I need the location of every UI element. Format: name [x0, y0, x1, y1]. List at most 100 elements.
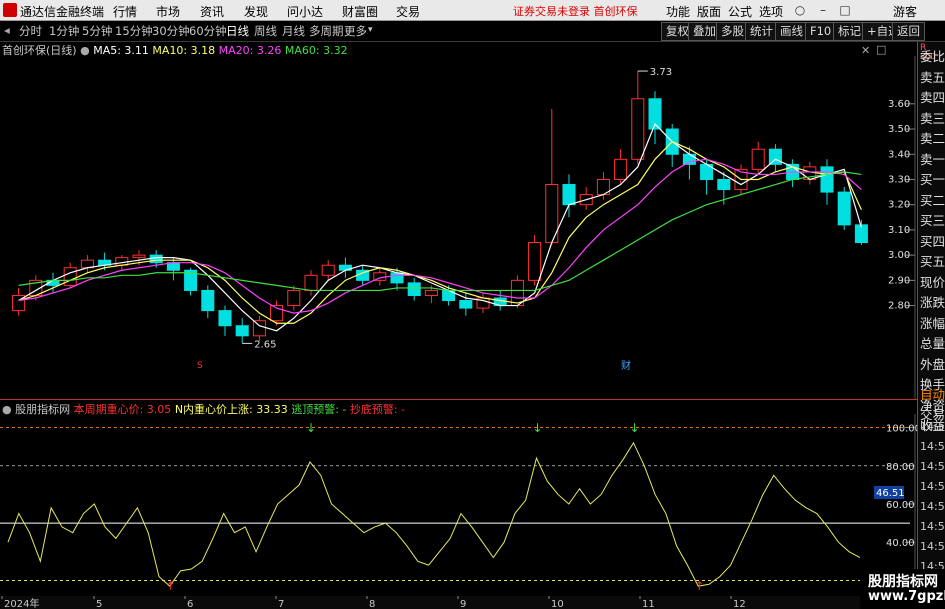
menu-shichang[interactable]: 市场 — [156, 3, 180, 20]
date-tick-label: 8 — [369, 599, 375, 609]
price-axis: 3.60 3.50 3.40 3.30 3.20 3.10 3.00 2.90 2.80 — [888, 56, 916, 400]
tab-yuexian[interactable]: 月线 — [282, 23, 305, 39]
right-panel-item[interactable]: 14:56 — [920, 460, 945, 473]
menu-caifuquan[interactable]: 财富圈 — [342, 3, 378, 20]
date-tick-label: 10 — [551, 599, 564, 609]
price-tick-label: 3.30 — [888, 174, 910, 185]
top-warning-arrow: ↓ — [532, 421, 542, 435]
menu-wenxiaoda[interactable]: 问小达 — [287, 3, 323, 20]
candle-body — [631, 98, 645, 160]
menu-faxian[interactable]: 发现 — [244, 3, 268, 20]
bottom-warning-arrow: ↑ — [694, 579, 704, 593]
signal-arrows: ↑ ↓ ↓ ↓ ↑ — [166, 421, 705, 593]
right-panel-item: 卖二 — [920, 131, 945, 146]
right-panel-item: 买四 — [920, 233, 945, 249]
menu-zixun[interactable]: 资讯 — [200, 3, 224, 20]
tdx-logo-icon — [3, 3, 17, 17]
candle-body — [562, 184, 576, 206]
pane-separator — [0, 399, 917, 400]
menu-gongshi[interactable]: 公式 — [728, 3, 752, 20]
top-warning-arrow: ↓ — [306, 421, 316, 435]
candle-body — [837, 191, 851, 226]
tab-1min[interactable]: 1分钟 — [49, 23, 79, 39]
menu-jiaoyi[interactable]: 交易 — [396, 3, 420, 20]
right-panel-item: 涨跌 — [920, 295, 945, 310]
dropdown-icon[interactable]: ▾ — [368, 25, 373, 35]
guest-label[interactable]: 游客 — [893, 3, 917, 20]
right-panel-item: 委比 — [920, 49, 945, 64]
date-tick-label: 6 — [187, 599, 193, 609]
app-name: 通达信金融终端 — [20, 5, 105, 19]
right-panel-item[interactable]: 14:56 — [920, 540, 945, 553]
candle-body — [132, 254, 146, 259]
menu-bar: 通达信金融终端 行情 市场 资讯 发现 问小达 财富圈 交易 证券交易未登录 首… — [0, 0, 945, 21]
menu-banmian[interactable]: 版面 — [697, 3, 721, 20]
price-tick-label: 3.00 — [888, 250, 910, 261]
candle-body — [751, 148, 765, 170]
indicator-tick-label: 60.00 — [886, 500, 915, 511]
tab-60min[interactable]: 60分钟 — [189, 23, 227, 39]
candles — [12, 71, 868, 344]
price-tick-label: 3.10 — [888, 225, 910, 236]
bottom-warning-arrow: ↑ — [166, 579, 176, 593]
restore-icon[interactable]: □ — [838, 3, 852, 17]
right-panel-item: 买五 — [920, 254, 945, 269]
huaxian-button[interactable]: 画线 — [775, 22, 808, 41]
tongji-button[interactable]: 统计 — [745, 22, 778, 41]
candle-body — [424, 289, 438, 296]
chart-maximize-icon[interactable]: □ — [876, 43, 886, 56]
right-panel-item[interactable]: 14:56 — [920, 500, 945, 513]
candle-body — [321, 264, 335, 276]
candle-body — [820, 166, 834, 193]
indicator-grid — [0, 427, 910, 581]
fanhui-button[interactable]: 返回 — [892, 22, 925, 41]
tab-15min[interactable]: 15分钟 — [115, 23, 153, 39]
watermark-line1: 股朋指标网 — [868, 574, 938, 590]
date-axis: 2024年 5 6 7 8 9 10 11 12 — [0, 596, 917, 609]
right-quote-panel: R 500 委比 卖五 卖四 卖三 卖二 卖一 买一 买二 买三 买四 买五 现价 涨跌 涨幅 总量 外盘 换手… — [917, 42, 945, 609]
candle-body — [768, 148, 782, 165]
right-panel-item[interactable]: 14:56 — [920, 420, 945, 433]
right-panel-item: 卖三 — [920, 110, 945, 126]
indicator-chart[interactable]: 100.0080.0060.0040.0020.00 ↑↓↓↓↑ 46.51 — [0, 414, 917, 596]
right-panel-item[interactable]: 14:56 — [920, 480, 945, 493]
tab-rixian[interactable]: 日线 — [226, 23, 249, 39]
candle-body — [218, 310, 232, 327]
tab-duozhouqi[interactable]: 多周期 — [309, 23, 344, 39]
tab-5min[interactable]: 5分钟 — [82, 23, 112, 39]
help-icon[interactable]: ○ — [793, 3, 807, 17]
tab-fenshi[interactable]: 分时 — [19, 23, 42, 39]
right-panel-item: 外盘 — [920, 356, 945, 372]
right-panel-item: 涨幅 — [920, 315, 945, 331]
ma-line-ma5 — [18, 122, 862, 332]
menu-xuanxiang[interactable]: 选项 — [759, 3, 783, 20]
high-price-label: 3.73 — [650, 67, 672, 78]
price-tick-label: 2.90 — [888, 275, 910, 286]
candle-body — [235, 325, 249, 337]
candlestick-chart[interactable]: 3.60 3.50 3.40 3.30 3.20 3.10 3.00 2.90 2.80 3.7… — [0, 56, 917, 400]
right-panel-item[interactable]: 14:56 — [920, 440, 945, 453]
right-panel-item[interactable]: 14:56 — [920, 520, 945, 533]
menu-hangqing[interactable]: 行情 — [113, 3, 137, 20]
right-panel-item: 买二 — [920, 192, 945, 208]
arrow-left-icon[interactable]: ◂ — [4, 23, 10, 37]
price-tick-label: 3.20 — [888, 200, 910, 211]
candle-body — [407, 282, 421, 296]
candle-body — [614, 158, 628, 180]
indicator-line — [7, 441, 861, 587]
marker-cai: 财 — [621, 359, 631, 372]
date-tick-label: 9 — [460, 599, 466, 609]
minimize-icon[interactable]: – — [816, 3, 830, 17]
right-panel-item[interactable]: 自动 — [920, 384, 945, 403]
date-tick-label: 11 — [642, 599, 655, 609]
tab-gengduo[interactable]: 更多 — [344, 23, 367, 39]
candle-body — [682, 153, 696, 165]
f10-button[interactable]: F10 — [805, 22, 837, 41]
marker-s: S — [197, 361, 203, 371]
tab-30min[interactable]: 30分钟 — [152, 23, 190, 39]
indicator-tick-label: 40.00 — [886, 538, 915, 549]
menu-gongneng[interactable]: 功能 — [666, 3, 690, 20]
trade-login-warning[interactable]: 证券交易未登录 首创环保 — [513, 3, 638, 19]
tab-zhouxian[interactable]: 周线 — [254, 23, 277, 39]
date-tick-label: 2024年 — [4, 597, 39, 609]
